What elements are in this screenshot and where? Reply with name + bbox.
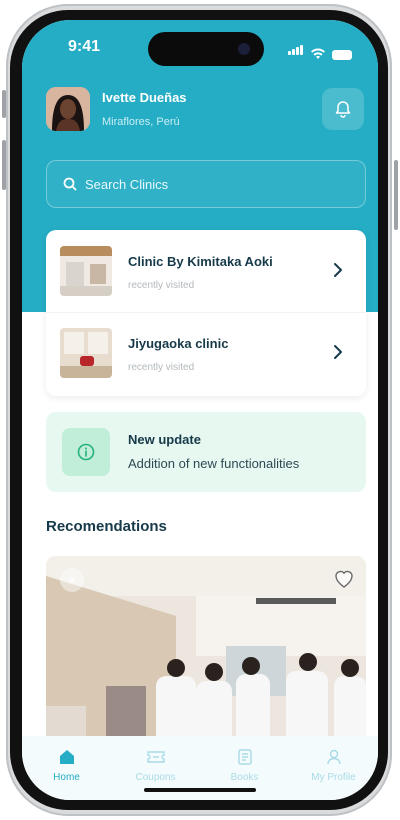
home-icon — [59, 750, 74, 764]
update-banner[interactable]: New update Addition of new functionaliti… — [46, 412, 366, 492]
bell-icon — [335, 101, 351, 118]
info-icon — [77, 443, 95, 461]
wifi-icon — [311, 48, 325, 59]
recommendation-photo — [46, 556, 366, 756]
clinic-subtitle: recently visited — [128, 280, 195, 291]
avatar[interactable] — [46, 87, 90, 131]
close-icon[interactable]: × — [60, 568, 84, 592]
update-icon-box — [62, 428, 110, 476]
user-name: Ivette Dueñas — [102, 90, 187, 105]
app-screen: 9:41 Ivette Dueñas Miraflores, Perú Sear… — [22, 20, 378, 800]
notifications-button[interactable] — [322, 88, 364, 130]
clinic-subtitle: recently visited — [128, 362, 195, 373]
recommendations-heading: Recomendations — [46, 518, 167, 535]
clinic-thumbnail — [60, 328, 112, 378]
heart-icon[interactable] — [332, 566, 356, 590]
dynamic-island — [148, 32, 264, 66]
chevron-right-icon — [334, 345, 342, 359]
update-text: Addition of new functionalities — [128, 456, 300, 471]
clinic-list-item[interactable]: Clinic By Kimitaka Aoki recently visited — [46, 230, 366, 312]
book-icon — [237, 749, 252, 765]
status-time: 9:41 — [68, 38, 101, 55]
recommendation-card[interactable]: × — [46, 556, 366, 756]
search-icon — [63, 177, 77, 191]
clinic-thumbnail — [60, 246, 112, 296]
signal-icon — [288, 42, 304, 60]
chevron-right-icon — [334, 263, 342, 277]
search-input[interactable]: Search Clinics — [46, 160, 366, 208]
coupon-icon — [146, 751, 165, 763]
search-placeholder: Search Clinics — [85, 176, 169, 192]
update-title: New update — [128, 432, 201, 447]
phone-side-button — [2, 90, 6, 118]
user-location: Miraflores, Perú — [102, 116, 180, 128]
recent-clinics-card: Clinic By Kimitaka Aoki recently visited… — [46, 230, 366, 396]
profile-icon — [326, 749, 341, 765]
tab-books[interactable]: Books — [210, 748, 280, 800]
status-icons — [288, 42, 352, 60]
tab-coupons[interactable]: Coupons — [121, 748, 191, 800]
tab-label: Books — [230, 772, 259, 783]
tab-label: Coupons — [135, 772, 176, 783]
clinic-name: Clinic By Kimitaka Aoki — [128, 254, 273, 269]
camera-icon — [238, 43, 250, 55]
clinic-name: Jiyugaoka clinic — [128, 336, 229, 351]
battery-icon — [332, 50, 352, 60]
phone-power-button — [394, 160, 398, 230]
tab-home[interactable]: Home — [32, 748, 102, 800]
home-indicator — [144, 788, 256, 792]
tab-label: Home — [53, 772, 80, 783]
tab-profile[interactable]: My Profile — [299, 748, 369, 800]
tab-label: My Profile — [311, 772, 356, 783]
phone-volume-button — [2, 140, 6, 190]
clinic-list-item[interactable]: Jiyugaoka clinic recently visited — [46, 312, 366, 394]
